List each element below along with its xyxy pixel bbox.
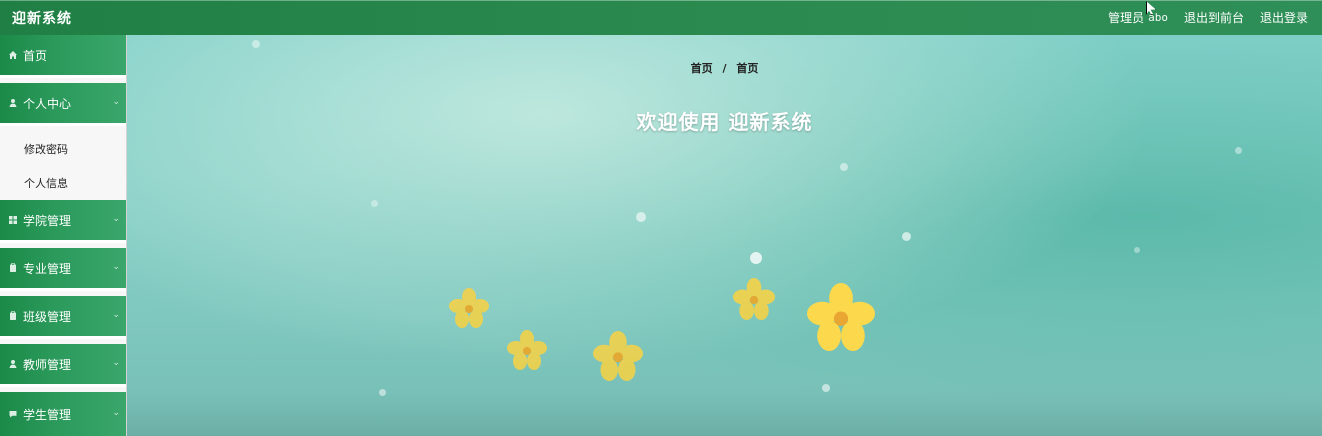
home-icon bbox=[7, 49, 19, 61]
chevron-down-icon: ⌄ bbox=[112, 408, 120, 418]
bokeh-dot bbox=[902, 232, 911, 241]
chevron-down-icon: ⌄ bbox=[112, 358, 120, 368]
bokeh-dot bbox=[252, 40, 260, 48]
breadcrumb-item: 首页 bbox=[736, 62, 759, 75]
app-title: 迎新系统 bbox=[12, 10, 72, 27]
back-to-front-link[interactable]: 退出到前台 bbox=[1184, 9, 1244, 26]
submenu-item-change-password[interactable]: 修改密码 bbox=[24, 141, 68, 157]
bokeh-dot bbox=[840, 163, 848, 171]
chevron-down-icon: ⌄ bbox=[112, 214, 120, 224]
submenu-personal-center: 修改密码 个人信息 bbox=[0, 130, 126, 206]
current-user: 管理员 abo bbox=[1108, 9, 1168, 26]
sidebar: 首页 个人中心 ⌄ 修改密码 个人信息 学院管理 ⌄ 专业管理 ⌄ 班级管理 ⌄ bbox=[0, 35, 127, 436]
welcome-title: 欢迎使用 迎新系统 bbox=[636, 110, 813, 134]
submenu-item-personal-info[interactable]: 个人信息 bbox=[24, 175, 68, 191]
flower-icon bbox=[449, 288, 489, 328]
clipboard-icon bbox=[7, 310, 19, 322]
bottom-shade bbox=[127, 391, 1322, 436]
flower-icon bbox=[507, 330, 547, 370]
grid-icon bbox=[7, 214, 19, 226]
sidebar-item-home[interactable]: 首页 bbox=[0, 35, 126, 78]
sidebar-item-label: 教师管理 bbox=[23, 357, 72, 372]
chevron-down-icon: ⌄ bbox=[112, 310, 120, 320]
sidebar-item-major-management[interactable]: 专业管理 ⌄ bbox=[0, 248, 126, 291]
bokeh-dot bbox=[636, 212, 646, 222]
chat-icon bbox=[7, 408, 19, 420]
top-actions: 管理员 abo 退出到前台 退出登录 bbox=[1108, 9, 1308, 26]
sidebar-item-student-management[interactable]: 学生管理 ⌄ bbox=[0, 392, 126, 436]
user-icon bbox=[7, 358, 19, 370]
sidebar-item-teacher-management[interactable]: 教师管理 ⌄ bbox=[0, 344, 126, 387]
sidebar-item-personal-center[interactable]: 个人中心 ⌄ bbox=[0, 83, 126, 126]
sidebar-item-label: 首页 bbox=[23, 48, 48, 63]
sidebar-item-label: 学生管理 bbox=[23, 407, 72, 422]
sidebar-item-label: 学院管理 bbox=[23, 213, 72, 228]
breadcrumb: 首页 / 首页 bbox=[127, 60, 1322, 76]
bokeh-dot bbox=[371, 200, 378, 207]
breadcrumb-separator: / bbox=[722, 62, 727, 75]
flower-icon bbox=[593, 331, 643, 381]
clipboard-icon bbox=[7, 262, 19, 274]
sidebar-item-class-management[interactable]: 班级管理 ⌄ bbox=[0, 296, 126, 339]
sidebar-item-label: 班级管理 bbox=[23, 309, 72, 324]
main-content: 首页 / 首页 欢迎使用 迎新系统 bbox=[127, 35, 1322, 436]
breadcrumb-item[interactable]: 首页 bbox=[691, 62, 713, 75]
bokeh-dot bbox=[750, 252, 762, 264]
sidebar-item-label: 专业管理 bbox=[23, 261, 72, 276]
flower-icon bbox=[807, 283, 875, 351]
chevron-down-icon: ⌄ bbox=[112, 262, 120, 272]
chevron-down-icon: ⌄ bbox=[112, 97, 120, 107]
flower-icon bbox=[733, 278, 775, 320]
bokeh-dot bbox=[1235, 147, 1242, 154]
bokeh-dot bbox=[1134, 247, 1140, 253]
sidebar-item-college-management[interactable]: 学院管理 ⌄ bbox=[0, 200, 126, 243]
user-icon bbox=[7, 97, 19, 109]
logout-link[interactable]: 退出登录 bbox=[1260, 9, 1308, 26]
sidebar-item-label: 个人中心 bbox=[23, 96, 72, 111]
user-role: 管理员 bbox=[1108, 11, 1145, 25]
top-bar: 迎新系统 管理员 abo 退出到前台 退出登录 bbox=[0, 0, 1322, 35]
